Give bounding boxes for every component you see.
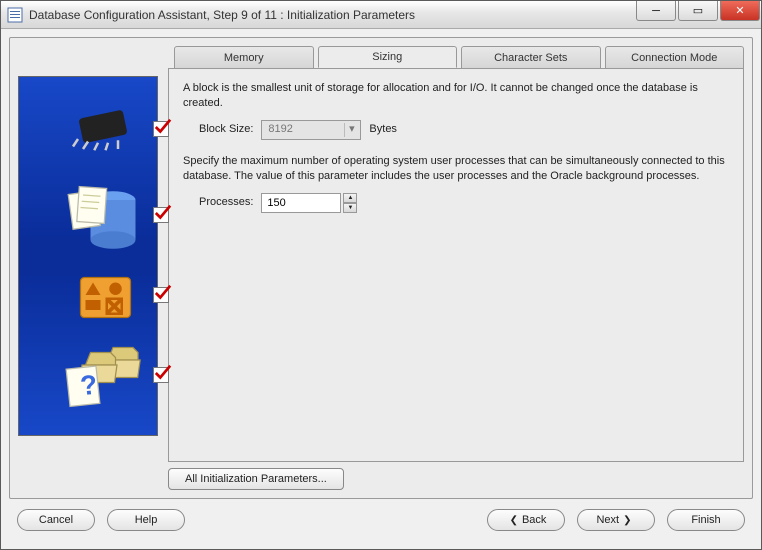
wizard-sidebar: ? bbox=[18, 76, 158, 436]
block-size-description: A block is the smallest unit of storage … bbox=[183, 81, 729, 112]
window-title: Database Configuration Assistant, Step 9… bbox=[29, 8, 636, 22]
processes-spinner: ▲ ▼ bbox=[261, 193, 357, 213]
all-init-params-button[interactable]: All Initialization Parameters... bbox=[168, 468, 344, 490]
tab-connection-mode[interactable]: Connection Mode bbox=[605, 46, 745, 68]
checkmark-icon bbox=[153, 121, 169, 137]
block-size-row: Block Size: 8192 ▾ Bytes bbox=[199, 120, 729, 140]
tab-character-sets[interactable]: Character Sets bbox=[461, 46, 601, 68]
content-outer: ? Memory Sizing Character Sets Connectio… bbox=[1, 29, 761, 549]
svg-text:?: ? bbox=[79, 369, 99, 402]
shapes-icon bbox=[63, 265, 143, 325]
processes-row: Processes: ▲ ▼ bbox=[199, 193, 729, 213]
window-controls: ─ ▭ ✕ bbox=[636, 1, 761, 28]
cancel-button[interactable]: Cancel bbox=[17, 509, 95, 531]
sidebar-step-3 bbox=[63, 265, 169, 325]
block-size-value: 8192 bbox=[268, 122, 292, 137]
files-icon bbox=[63, 185, 143, 245]
checkmark-icon bbox=[153, 287, 169, 303]
app-window: Database Configuration Assistant, Step 9… bbox=[0, 0, 762, 550]
back-arrow-icon: ❮ bbox=[510, 515, 518, 526]
content-panel: ? Memory Sizing Character Sets Connectio… bbox=[9, 37, 753, 499]
right-column: Memory Sizing Character Sets Connection … bbox=[168, 46, 744, 490]
next-button[interactable]: Next❯ bbox=[577, 509, 655, 531]
minimize-button[interactable]: ─ bbox=[636, 1, 676, 21]
chip-icon bbox=[63, 99, 143, 159]
finish-button[interactable]: Finish bbox=[667, 509, 745, 531]
sidebar-step-1 bbox=[63, 99, 169, 159]
titlebar: Database Configuration Assistant, Step 9… bbox=[1, 1, 761, 29]
tab-body-sizing: A block is the smallest unit of storage … bbox=[168, 68, 744, 462]
work-row: ? Memory Sizing Character Sets Connectio… bbox=[18, 46, 744, 490]
tab-sizing[interactable]: Sizing bbox=[318, 46, 458, 68]
block-size-dropdown[interactable]: 8192 ▾ bbox=[261, 120, 361, 140]
all-params-row: All Initialization Parameters... bbox=[168, 468, 744, 490]
block-size-label: Block Size: bbox=[199, 122, 253, 137]
next-arrow-icon: ❯ bbox=[623, 515, 631, 526]
chevron-down-icon: ▾ bbox=[344, 123, 358, 137]
back-button[interactable]: ❮Back bbox=[487, 509, 565, 531]
processes-description: Specify the maximum number of operating … bbox=[183, 154, 729, 185]
maximize-button[interactable]: ▭ bbox=[678, 1, 718, 21]
help-folder-icon: ? bbox=[63, 345, 143, 405]
checkmark-icon bbox=[153, 207, 169, 223]
close-button[interactable]: ✕ bbox=[720, 1, 760, 21]
tab-bar: Memory Sizing Character Sets Connection … bbox=[168, 46, 744, 68]
processes-input[interactable] bbox=[261, 193, 341, 213]
checkmark-icon bbox=[153, 367, 169, 383]
block-size-unit: Bytes bbox=[369, 122, 397, 137]
help-button[interactable]: Help bbox=[107, 509, 185, 531]
sidebar-step-2 bbox=[63, 185, 169, 245]
spinner-up-button[interactable]: ▲ bbox=[343, 193, 357, 203]
tab-memory[interactable]: Memory bbox=[174, 46, 314, 68]
processes-label: Processes: bbox=[199, 195, 253, 210]
footer-buttons: Cancel Help ❮Back Next❯ Finish bbox=[9, 499, 753, 541]
sidebar-step-4: ? bbox=[63, 345, 169, 405]
spinner-down-button[interactable]: ▼ bbox=[343, 203, 357, 213]
app-icon bbox=[7, 7, 23, 23]
